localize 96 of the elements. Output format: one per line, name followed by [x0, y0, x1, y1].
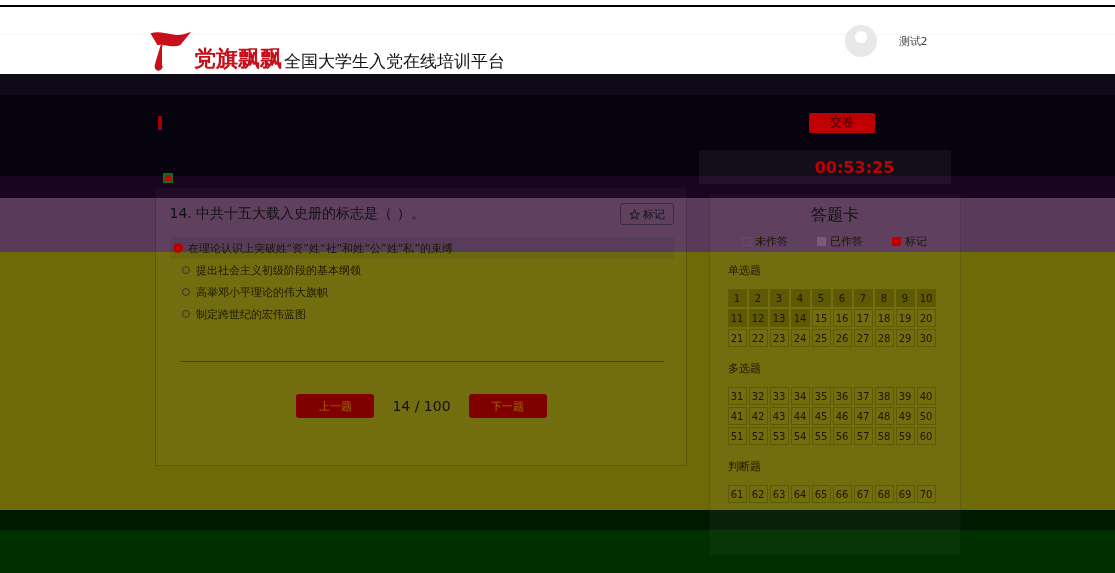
question-number[interactable]: 36 — [832, 387, 852, 405]
question-number[interactable]: 29 — [895, 329, 915, 347]
question-number[interactable]: 16 — [832, 309, 852, 327]
question-number[interactable]: 67 — [853, 485, 873, 503]
notice-icon — [162, 173, 173, 183]
question-number[interactable]: 51 — [727, 427, 747, 445]
question-number[interactable]: 37 — [853, 387, 873, 405]
question-number[interactable]: 11 — [727, 309, 747, 327]
question-number[interactable]: 42 — [748, 407, 768, 425]
question-number[interactable]: 12 — [748, 309, 768, 327]
question-number[interactable]: 15 — [811, 309, 831, 327]
question-number[interactable]: 54 — [790, 427, 810, 445]
question-number[interactable]: 14 — [790, 309, 810, 327]
question-number[interactable]: 48 — [874, 407, 894, 425]
legend-label: 未作答 — [755, 234, 788, 249]
question-number[interactable]: 34 — [790, 387, 810, 405]
question-number[interactable]: 39 — [895, 387, 915, 405]
question-number[interactable]: 35 — [811, 387, 831, 405]
question-number[interactable]: 52 — [748, 427, 768, 445]
section-title: 判断题 — [727, 459, 762, 474]
question-position: 14 / 100 — [392, 398, 451, 414]
legend-label: 已作答 — [830, 234, 863, 249]
answer-card-title: 答题卡 — [809, 205, 860, 226]
question-number[interactable]: 41 — [727, 407, 747, 425]
question-number[interactable]: 61 — [727, 485, 747, 503]
next-button[interactable]: 下一题 — [468, 394, 547, 418]
question-number[interactable]: 38 — [874, 387, 894, 405]
section-marker — [157, 115, 162, 130]
question-number[interactable]: 69 — [895, 485, 915, 503]
question-number[interactable]: 31 — [727, 387, 747, 405]
question-number[interactable]: 64 — [790, 485, 810, 503]
legend-swatch-icon — [892, 237, 901, 246]
question-number[interactable]: 50 — [916, 407, 936, 425]
question-number[interactable]: 21 — [727, 329, 747, 347]
answer-option[interactable]: 制定跨世纪的宏伟蓝图 — [169, 303, 674, 325]
question-number[interactable]: 55 — [811, 427, 831, 445]
question-number[interactable]: 70 — [916, 485, 936, 503]
question-number[interactable]: 32 — [748, 387, 768, 405]
question-number[interactable]: 58 — [874, 427, 894, 445]
question-number[interactable]: 26 — [832, 329, 852, 347]
question-number[interactable]: 13 — [769, 309, 789, 327]
section-title: 单选题 — [727, 263, 762, 278]
submit-button[interactable]: 交卷 — [808, 112, 875, 133]
legend-swatch-icon — [817, 237, 826, 246]
question-number[interactable]: 10 — [916, 289, 936, 307]
question-number[interactable]: 23 — [769, 329, 789, 347]
question-title: 14. 中共十五大载入史册的标志是（ ）。 — [169, 205, 425, 223]
question-number[interactable]: 18 — [874, 309, 894, 327]
question-number[interactable]: 17 — [853, 309, 873, 327]
question-number[interactable]: 56 — [832, 427, 852, 445]
countdown-timer: 00:53:25 — [814, 157, 895, 177]
question-number[interactable]: 9 — [895, 289, 915, 307]
legend-label: 标记 — [905, 234, 927, 249]
question-number[interactable]: 8 — [874, 289, 894, 307]
question-number[interactable]: 24 — [790, 329, 810, 347]
question-number[interactable]: 33 — [769, 387, 789, 405]
question-number[interactable]: 7 — [853, 289, 873, 307]
star-icon — [628, 208, 640, 220]
answer-option[interactable]: 高举邓小平理论的伟大旗帜 — [169, 281, 674, 303]
question-number[interactable]: 57 — [853, 427, 873, 445]
question-number[interactable]: 60 — [916, 427, 936, 445]
question-number[interactable]: 25 — [811, 329, 831, 347]
section-title: 多选题 — [727, 361, 762, 376]
question-number[interactable]: 43 — [769, 407, 789, 425]
question-number[interactable]: 5 — [811, 289, 831, 307]
question-number[interactable]: 22 — [748, 329, 768, 347]
question-number[interactable]: 4 — [790, 289, 810, 307]
previous-button[interactable]: 上一题 — [296, 394, 375, 418]
question-number[interactable]: 68 — [874, 485, 894, 503]
mark-button[interactable]: 标记 — [619, 203, 674, 225]
question-number[interactable]: 63 — [769, 485, 789, 503]
question-number[interactable]: 2 — [748, 289, 768, 307]
question-number[interactable]: 40 — [916, 387, 936, 405]
question-number[interactable]: 1 — [727, 289, 747, 307]
question-number[interactable]: 44 — [790, 407, 810, 425]
answer-option[interactable]: 在理论认识上突破姓“资”姓“社”和姓“公”姓“私”的束缚 — [169, 237, 674, 259]
question-number[interactable]: 53 — [769, 427, 789, 445]
answer-option[interactable]: 提出社会主义初级阶段的基本纲领 — [169, 259, 674, 281]
question-number[interactable]: 66 — [832, 485, 852, 503]
question-number[interactable]: 27 — [853, 329, 873, 347]
question-number[interactable]: 62 — [748, 485, 768, 503]
question-number[interactable]: 30 — [916, 329, 936, 347]
question-number[interactable]: 19 — [895, 309, 915, 327]
question-number[interactable]: 20 — [916, 309, 936, 327]
question-number[interactable]: 3 — [769, 289, 789, 307]
question-number[interactable]: 65 — [811, 485, 831, 503]
question-number[interactable]: 6 — [832, 289, 852, 307]
question-number[interactable]: 47 — [853, 407, 873, 425]
user-name[interactable]: 测试2 — [898, 33, 928, 49]
platform-title: 全国大学生入党在线培训平台 — [283, 50, 505, 72]
question-number[interactable]: 49 — [895, 407, 915, 425]
question-number[interactable]: 28 — [874, 329, 894, 347]
question-number[interactable]: 59 — [895, 427, 915, 445]
logo-text: 党旗飘飘 — [193, 46, 282, 72]
question-number[interactable]: 45 — [811, 407, 831, 425]
question-number[interactable]: 46 — [832, 407, 852, 425]
